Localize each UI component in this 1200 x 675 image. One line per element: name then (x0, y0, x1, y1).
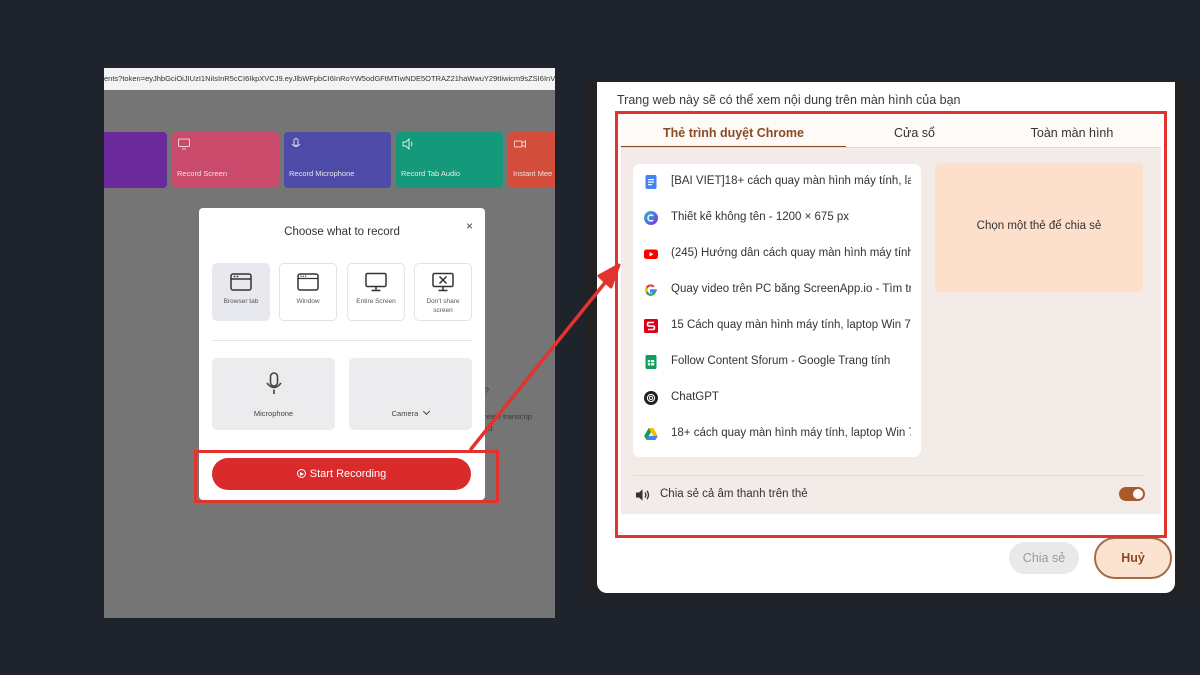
left-screenshot: ents?token=eyJhbGciOiJIUzI1NiIsInR5cCI6I… (104, 68, 555, 618)
tab-content-panel: [BÀI VIẾT]18+ cách quay màn hình máy tín… (621, 148, 1161, 514)
share-audio-row: Chia sẻ cả âm thanh trên thẻ (633, 486, 1145, 506)
bg-side-text: reate transcrip ed. (484, 411, 532, 435)
list-item[interactable]: 15 Cách quay màn hình máy tính, laptop W… (633, 308, 921, 344)
choose-record-dialog: Choose what to record × Browser tab Wind… (199, 208, 485, 500)
preview-area: Chọn một thẻ để chia sẻ (935, 163, 1143, 292)
speaker-icon (402, 137, 414, 151)
instant-meeting-card: Instant Mee (508, 132, 555, 188)
tab-window[interactable]: Cửa sổ (846, 120, 983, 148)
camera-label-text: Camera (391, 409, 419, 418)
list-item[interactable]: [BÀI VIẾT]18+ cách quay màn hình máy tín… (633, 164, 921, 200)
bg-card-label: Record Tab Audio (401, 169, 461, 178)
bg-card-label: Record Screen (177, 169, 228, 178)
address-bar[interactable]: ents?token=eyJhbGciOiJIUzI1NiIsInR5cCI6I… (104, 68, 555, 90)
divider (212, 340, 472, 341)
monitor-icon (365, 272, 387, 292)
share-screen-dialog: Trang web này sẽ có thể xem nội dung trê… (597, 82, 1175, 593)
microphone-option[interactable]: Microphone (212, 358, 335, 430)
share-audio-toggle[interactable] (1119, 487, 1145, 501)
tab-title: Quay video trên PC bằng ScreenApp.io - T… (671, 283, 911, 295)
right-screenshot: Trang web này sẽ có thể xem nội dung trê… (586, 82, 1186, 593)
option-label: Entire Screen (356, 298, 396, 305)
google-sheets-icon (645, 355, 657, 369)
camera-option[interactable]: Camera (349, 358, 472, 430)
camera-icon (514, 138, 526, 148)
browser-tab-list[interactable]: [BÀI VIẾT]18+ cách quay màn hình máy tín… (633, 164, 921, 457)
no-share-icon (432, 272, 454, 292)
preview-text: Chọn một thẻ để chia sẻ (976, 220, 1102, 232)
record-microphone-card: Record Microphone (284, 132, 391, 188)
share-audio-label: Chia sẻ cả âm thanh trên thẻ (660, 488, 808, 500)
canva-icon (644, 211, 658, 225)
list-item[interactable]: Quay video trên PC bằng ScreenApp.io - T… (633, 272, 921, 308)
chevron-down-icon[interactable] (423, 407, 431, 416)
url-text: ents?token=eyJhbGciOiJIUzI1NiIsInR5cCI6I… (104, 74, 555, 83)
tab-title: (245) Hướng dẫn cách quay màn hình máy t… (671, 247, 911, 259)
close-icon[interactable]: × (466, 219, 473, 233)
option-dont-share[interactable]: Don't share screen (414, 263, 472, 321)
start-recording-button[interactable]: Start Recording (212, 458, 471, 490)
microphone-label: Microphone (253, 409, 294, 418)
bg-card-purple (104, 132, 167, 188)
share-button[interactable]: Chia sẻ (1009, 542, 1079, 574)
option-label: Don't share screen (426, 298, 460, 314)
google-drive-icon (644, 428, 658, 440)
source-tabs: Thẻ trình duyệt Chrome Cửa sổ Toàn màn h… (621, 120, 1161, 148)
tab-title: 18+ cách quay màn hình máy tính, laptop … (671, 427, 911, 439)
option-browser-tab[interactable]: Browser tab (212, 263, 270, 321)
divider (633, 475, 1145, 476)
tab-chrome-tabs[interactable]: Thẻ trình duyệt Chrome (621, 120, 846, 148)
bg-side-line: ed. (484, 424, 495, 433)
option-label: Window (296, 298, 320, 305)
dialog-caption: Trang web này sẽ có thể xem nội dung trê… (617, 93, 961, 107)
tab-title: ChatGPT (671, 391, 719, 403)
microphone-icon (265, 372, 282, 394)
screen-record-icon (178, 138, 190, 150)
start-recording-label: Start Recording (309, 468, 387, 480)
browser-tab-icon (230, 273, 252, 291)
list-item[interactable]: 18+ cách quay màn hình máy tính, laptop … (633, 416, 921, 452)
bg-card-label: Instant Mee (513, 169, 553, 178)
youtube-icon (644, 249, 658, 259)
bg-card-label: Record Microphone (289, 169, 355, 178)
tab-title: Thiết kế không tên - 1200 × 675 px (671, 211, 850, 223)
chatgpt-icon (644, 391, 658, 405)
tab-title: Follow Content Sforum - Google Trang tín… (671, 355, 891, 367)
google-docs-icon (645, 175, 657, 189)
google-icon (644, 284, 657, 296)
list-item[interactable]: (245) Hướng dẫn cách quay màn hình máy t… (633, 236, 921, 272)
cancel-button[interactable]: Huỷ (1094, 537, 1172, 579)
sforum-icon (644, 319, 658, 333)
option-entire-screen[interactable]: Entire Screen (347, 263, 405, 321)
speaker-icon (636, 489, 650, 501)
option-window[interactable]: Window (279, 263, 337, 321)
option-label: Browser tab (223, 298, 259, 305)
bg-side-line: reate transcrip (484, 412, 532, 421)
dialog-title: Choose what to record (284, 226, 400, 238)
list-item[interactable]: ChatGPT (633, 380, 921, 416)
window-icon (297, 273, 319, 291)
list-item[interactable]: Follow Content Sforum - Google Trang tín… (633, 344, 921, 380)
tab-title: [BÀI VIẾT]18+ cách quay màn hình máy tín… (671, 175, 911, 187)
tab-title: 15 Cách quay màn hình máy tính, laptop W… (671, 319, 911, 331)
tab-entire-screen[interactable]: Toàn màn hình (983, 120, 1161, 148)
camera-label: Camera (349, 407, 472, 418)
record-screen-card: Record Screen (172, 132, 279, 188)
list-item[interactable]: Thiết kế không tên - 1200 × 675 px (633, 200, 921, 236)
microphone-icon (290, 138, 302, 148)
play-circle-icon (296, 469, 306, 478)
record-tab-audio-card: Record Tab Audio (396, 132, 503, 188)
